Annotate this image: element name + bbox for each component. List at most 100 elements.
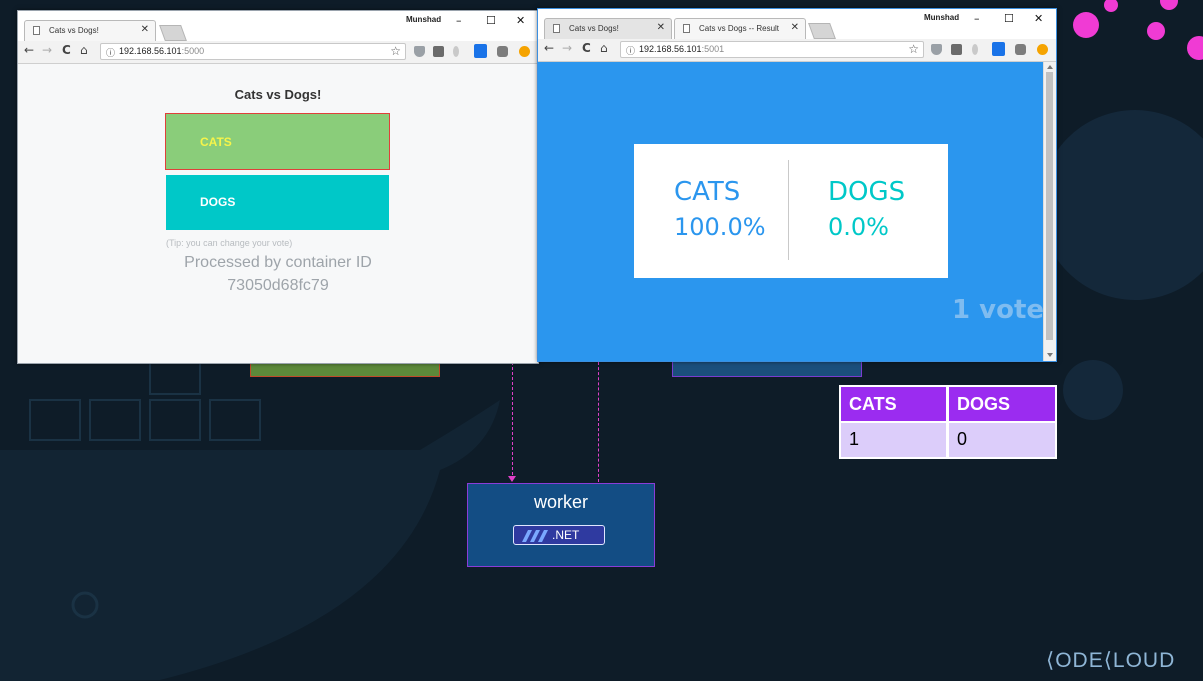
scrollbar-thumb[interactable] [1046,72,1053,340]
bg-circle-small [1063,360,1123,420]
profile-name[interactable]: Munshad [924,13,959,22]
back-icon[interactable]: ← [544,41,554,55]
decor-dot [1187,36,1203,60]
result-page: CATS 100.0% DOGS 0.0% 1 vote [538,62,1044,361]
connector-vote-worker [512,362,513,480]
vote-dogs-button[interactable]: DOGS [166,175,389,230]
result-cats-percent: 100.0% [674,213,766,241]
tab-title: Cats vs Dogs! [49,26,99,35]
page-heading: Cats vs Dogs! [234,87,322,102]
dotnet-badge: .NET [513,525,605,545]
tab-close-icon[interactable]: ✕ [141,24,149,35]
table-cell-cats: 1 [841,423,946,457]
extension-warning-icon[interactable] [519,46,530,57]
minimize-icon[interactable]: – [974,12,980,25]
browser-window-result: Cats vs Dogs! ✕ Cats vs Dogs -- Result ✕… [537,8,1057,362]
decor-dot [1160,0,1178,10]
vote-tip: (Tip: you can change your vote) [166,238,293,248]
new-tab-button[interactable] [808,23,836,39]
page-icon [553,24,560,33]
extension-drop-icon[interactable] [453,46,459,57]
url-host: 192.168.56.101 [639,44,702,54]
vertical-scrollbar[interactable] [1043,62,1056,361]
table-header-cats: CATS [841,387,946,421]
extension-shield-icon[interactable] [414,46,425,57]
browser-toolbar: ← → C ⌂ ⓘ 192.168.56.101:5000 ☆ [18,41,538,64]
vote-page: Cats vs Dogs! CATS DOGS (Tip: you can ch… [18,64,538,363]
extension-shield-icon[interactable] [931,44,942,55]
container-id: 73050d68fc79 [227,277,329,294]
votes-table: CATS DOGS 1 0 [839,385,1057,459]
address-bar[interactable]: ⓘ 192.168.56.101:5000 ☆ [100,43,406,60]
extension-square-icon[interactable] [951,44,962,55]
url-host: 192.168.56.101 [119,46,182,56]
browser-window-vote: Cats vs Dogs! ✕ Munshad – ☐ ✕ ← → C ⌂ ⓘ … [17,10,539,364]
extension-square-icon[interactable] [433,46,444,57]
dotnet-label: .NET [552,528,580,542]
reload-icon[interactable]: C [582,41,591,55]
address-bar[interactable]: ⓘ 192.168.56.101:5001 ☆ [620,41,924,58]
worker-label: worker [533,492,588,512]
tab-title: Cats vs Dogs! [569,24,619,33]
connector-result-worker [598,362,599,482]
home-icon[interactable]: ⌂ [600,41,608,55]
url-port: :5000 [181,46,205,56]
home-icon[interactable]: ⌂ [80,43,88,57]
docker-whale-watermark [0,360,500,681]
tab-close-icon[interactable]: ✕ [657,22,665,33]
titlebar: Cats vs Dogs! ✕ Munshad – ☐ ✕ [18,11,538,41]
url-port: :5001 [701,44,725,54]
page-icon [33,26,40,35]
maximize-icon[interactable]: ☐ [1004,12,1014,25]
kodekloud-logo-text: ⟨ODE⟨LOUD [1046,649,1176,672]
maximize-icon[interactable]: ☐ [486,14,496,27]
tab-title: Cats vs Dogs -- Result [699,24,780,33]
reload-icon[interactable]: C [62,43,71,57]
bookmark-star-icon[interactable]: ☆ [390,44,401,58]
processed-by-text: Processed by container ID [184,254,372,271]
scroll-down-icon[interactable] [1047,353,1053,357]
forward-icon[interactable]: → [42,43,52,57]
titlebar: Cats vs Dogs! ✕ Cats vs Dogs -- Result ✕… [538,9,1056,39]
result-cats-label: CATS [674,177,741,207]
extension-drop-icon[interactable] [972,44,978,55]
close-icon[interactable]: ✕ [1034,12,1043,25]
result-dogs-label: DOGS [828,177,906,207]
arrow-head-icon [508,476,516,482]
vote-count: 1 vote [951,295,1044,325]
extension-camera-icon[interactable] [1015,44,1026,55]
site-info-icon[interactable]: ⓘ [106,46,115,59]
site-info-icon[interactable]: ⓘ [626,44,635,57]
extension-camera-icon[interactable] [497,46,508,57]
table-cell-dogs: 0 [949,423,1055,457]
extension-new-icon[interactable] [474,44,487,58]
profile-name[interactable]: Munshad [406,15,441,24]
extension-new-icon[interactable] [992,42,1005,56]
worker-box: worker .NET [467,483,655,567]
browser-toolbar: ← → C ⌂ ⓘ 192.168.56.101:5001 ☆ [538,39,1056,62]
result-card: CATS 100.0% DOGS 0.0% [634,144,948,278]
kodekloud-logo: ⟨ODE⟨LOUD [1046,648,1201,674]
decor-dot [1073,12,1099,38]
bookmark-star-icon[interactable]: ☆ [908,42,919,56]
bg-circle-large [1040,110,1203,300]
dotnet-logo-icon [522,530,548,542]
close-icon[interactable]: ✕ [516,14,525,27]
table-header-dogs: DOGS [949,387,1055,421]
decor-dot [1147,22,1165,40]
extension-warning-icon[interactable] [1037,44,1048,55]
scroll-up-icon[interactable] [1047,65,1053,69]
new-tab-button[interactable] [159,25,187,41]
vote-cats-button[interactable]: CATS [165,113,390,170]
page-icon [683,24,690,33]
tab-result[interactable]: Cats vs Dogs -- Result ✕ [674,18,806,39]
back-icon[interactable]: ← [24,43,34,57]
forward-icon[interactable]: → [562,41,572,55]
tab-close-icon[interactable]: ✕ [791,22,799,33]
tab-cats-vs-dogs[interactable]: Cats vs Dogs! ✕ [24,20,156,41]
minimize-icon[interactable]: – [456,14,462,27]
result-divider [788,160,789,260]
result-dogs-percent: 0.0% [828,213,889,241]
tab-cats-vs-dogs[interactable]: Cats vs Dogs! ✕ [544,18,672,39]
decor-dot [1104,0,1118,12]
